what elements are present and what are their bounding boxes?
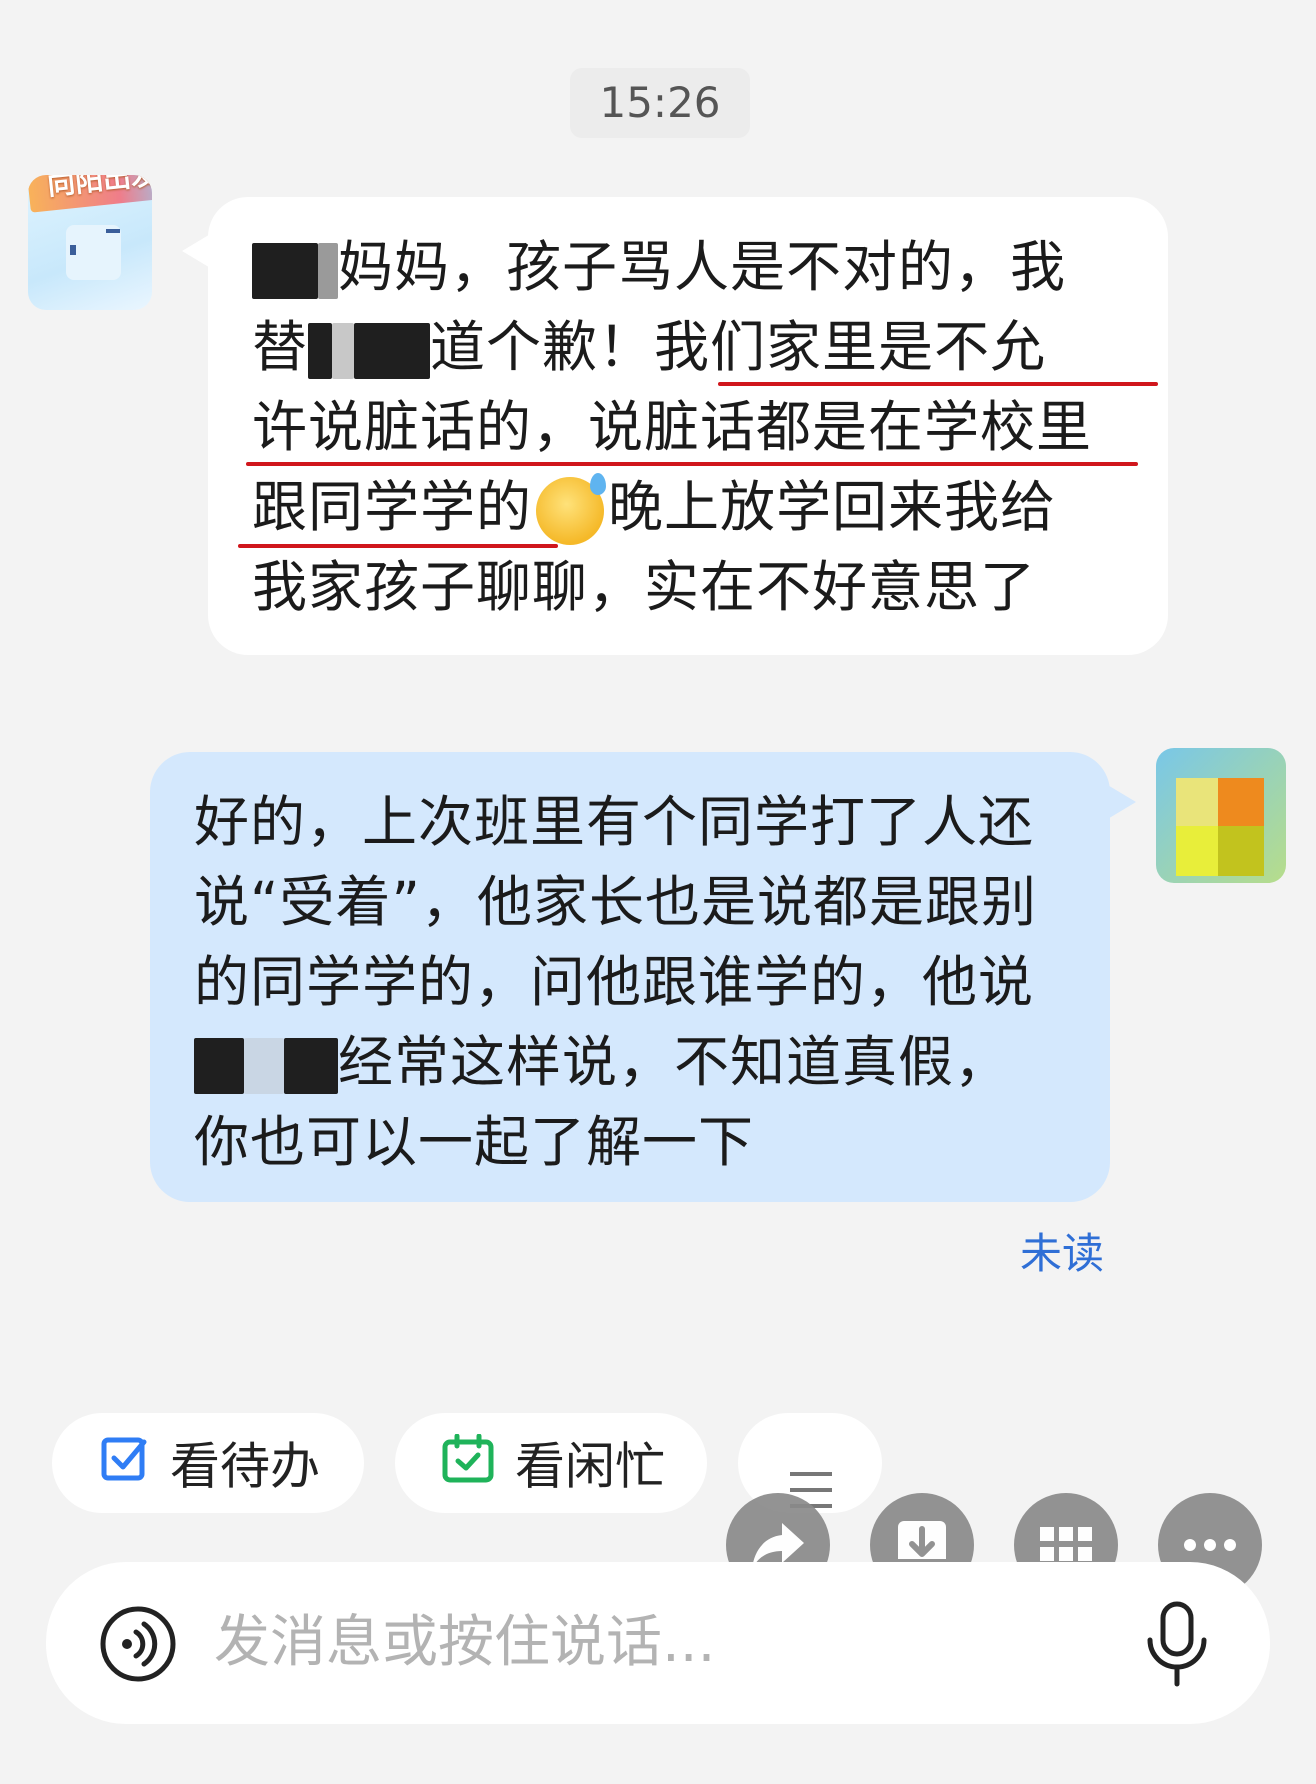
message-line: 说“受着”，他家长也是说都是跟别	[194, 862, 1066, 942]
message-line: 我家孩子聊聊，实在不好意思了	[252, 547, 1124, 627]
redacted-name	[354, 322, 431, 379]
view-availability-label: 看闲忙	[515, 1437, 665, 1496]
avatar-dot	[70, 245, 76, 255]
red-underline	[238, 544, 558, 548]
message-text: 的同学学的，问他跟谁学的，他说	[194, 950, 1035, 1014]
message-text: 好的，上次班里有个同学打了人还	[194, 790, 1035, 854]
incoming-message-bubble[interactable]: 妈妈，孩子骂人是不对的，我 替 道个歉！我们家里是不允 许说脏话的，说脏话都是在学…	[182, 197, 1168, 655]
redacted-name	[318, 242, 338, 299]
redacted-name	[308, 322, 333, 379]
message-input-placeholder[interactable]: 发消息或按住说话...	[214, 1606, 715, 1680]
redacted-name	[284, 1037, 338, 1094]
redacted-name	[332, 322, 355, 379]
message-text: 跟同学学的	[252, 475, 533, 539]
contact-avatar[interactable]: 向阳出发	[28, 175, 152, 310]
message-line: 好的，上次班里有个同学打了人还	[194, 782, 1066, 862]
message-text: 妈妈，孩子骂人是不对的，我	[338, 235, 1067, 299]
message-line: 经常这样说，不知道真假，	[194, 1022, 1066, 1102]
redacted-name	[252, 242, 318, 299]
avatar-mosaic	[1218, 826, 1264, 876]
message-composer[interactable]: 发消息或按住说话...	[46, 1562, 1270, 1724]
red-underline	[718, 382, 1158, 386]
outgoing-message-bubble[interactable]: 好的，上次班里有个同学打了人还 说“受着”，他家长也是说都是跟别 的同学学的，问…	[150, 752, 1136, 1202]
avatar-dot	[106, 229, 120, 233]
view-availability-button[interactable]: 看闲忙	[395, 1413, 707, 1513]
message-text: 你也可以一起了解一下	[194, 1110, 755, 1174]
message-text: 经常这样说，不知道真假，	[338, 1030, 1011, 1094]
message-line: 妈妈，孩子骂人是不对的，我	[252, 227, 1124, 307]
redacted-name	[244, 1037, 284, 1094]
checkbox-icon	[100, 1417, 150, 1517]
avatar-mosaic	[1218, 778, 1264, 826]
message-text: 道个歉！我们家里是不允	[430, 315, 1047, 379]
microphone-icon[interactable]	[1142, 1600, 1212, 1694]
avatar-mosaic	[1176, 778, 1218, 826]
self-avatar[interactable]	[1156, 748, 1286, 883]
message-line: 替 道个歉！我们家里是不允	[252, 307, 1124, 387]
sweat-emoji-icon	[536, 472, 607, 545]
view-todo-label: 看待办	[170, 1437, 320, 1496]
message-text: 说“受着”，他家长也是说都是跟别	[194, 870, 1037, 934]
message-text: 我家孩子聊聊，实在不好意思了	[252, 555, 1037, 619]
message-text: 替	[252, 315, 309, 379]
red-underline	[246, 462, 1138, 466]
redacted-name	[194, 1037, 244, 1094]
calendar-check-icon	[441, 1417, 495, 1517]
message-line: 的同学学的，问他跟谁学的，他说	[194, 942, 1066, 1022]
message-timestamp: 15:26	[570, 68, 750, 138]
message-line: 你也可以一起了解一下	[194, 1102, 1066, 1182]
message-line: 许说脏话的，说脏话都是在学校里	[252, 387, 1124, 467]
voice-input-icon[interactable]	[98, 1604, 178, 1688]
message-line: 跟同学学的 晚上放学回来我给	[252, 467, 1124, 547]
view-todo-button[interactable]: 看待办	[52, 1413, 364, 1513]
message-text: 许说脏话的，说脏话都是在学校里	[252, 395, 1093, 459]
unread-status: 未读	[1020, 1229, 1105, 1278]
message-text: 晚上放学回来我给	[608, 475, 1057, 539]
avatar-badge: 向阳出发	[28, 175, 152, 213]
avatar-mosaic	[1176, 826, 1218, 876]
